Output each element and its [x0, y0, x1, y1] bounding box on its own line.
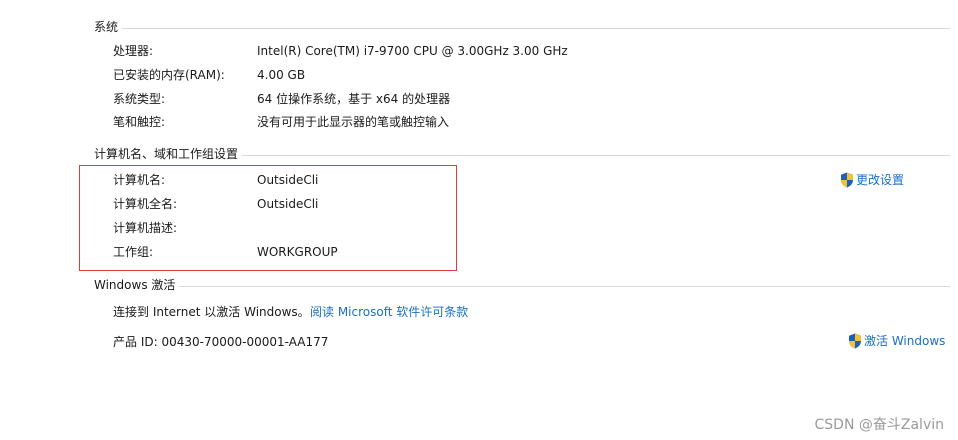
change-settings-label: 更改设置 — [856, 173, 905, 187]
section-activation: Windows 激活 — [94, 278, 950, 292]
info-label: 已安装的内存(RAM): — [113, 68, 225, 82]
info-value: OutsideCli — [257, 197, 319, 211]
product-id-text: 产品 ID: 00430-70000-00001-AA177 — [113, 335, 329, 349]
activate-windows-label: 激活 Windows — [864, 334, 946, 348]
activation-status-text: 连接到 Internet 以激活 Windows。 — [113, 305, 310, 319]
info-value: Intel(R) Core(TM) i7-9700 CPU @ 3.00GHz … — [257, 44, 568, 58]
section-divider — [94, 28, 950, 29]
info-label: 系统类型: — [113, 92, 166, 106]
info-label: 计算机描述: — [113, 221, 178, 235]
info-value: 64 位操作系统，基于 x64 的处理器 — [257, 92, 451, 106]
section-divider — [94, 286, 950, 287]
info-label: 计算机名: — [113, 173, 166, 187]
info-value: 没有可用于此显示器的笔或触控输入 — [257, 115, 450, 129]
activate-windows-link[interactable]: 激活 Windows — [848, 333, 945, 349]
section-system-title: 系统 — [94, 20, 123, 34]
info-label: 处理器: — [113, 44, 154, 58]
change-settings-link[interactable]: 更改设置 — [840, 172, 904, 188]
section-activation-title: Windows 激活 — [94, 278, 180, 292]
watermark: CSDN @奋斗Zalvin — [814, 417, 944, 433]
section-computer-title: 计算机名、域和工作组设置 — [94, 147, 243, 161]
info-label: 计算机全名: — [113, 197, 178, 211]
info-value: WORKGROUP — [257, 245, 338, 259]
section-computer-name: 计算机名、域和工作组设置 — [94, 147, 950, 161]
uac-shield-icon — [841, 172, 853, 188]
license-terms-link[interactable]: 阅读 Microsoft 软件许可条款 — [310, 304, 468, 320]
info-label: 工作组: — [113, 245, 154, 259]
info-label: 笔和触控: — [113, 115, 166, 129]
uac-shield-icon — [849, 333, 861, 349]
info-value: 4.00 GB — [257, 68, 306, 82]
info-value: OutsideCli — [257, 173, 319, 187]
section-system: 系统 — [94, 20, 950, 34]
